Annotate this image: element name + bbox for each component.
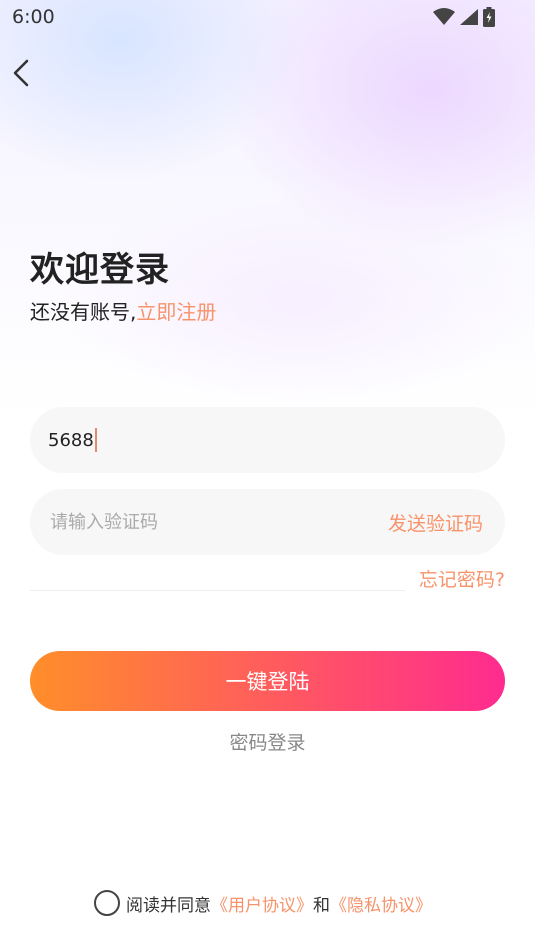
one-click-login-button[interactable]: 一键登陆 [30, 651, 505, 711]
text-caret [94, 428, 97, 452]
status-bar: 6:00 [0, 0, 535, 36]
battery-icon [483, 7, 495, 27]
back-button[interactable] [10, 58, 38, 88]
divider [30, 590, 405, 591]
register-line: 还没有账号,立即注册 [30, 296, 216, 325]
signal-icon [460, 9, 478, 25]
forgot-password-link[interactable]: 忘记密码? [419, 565, 505, 592]
status-time: 6:00 [12, 6, 55, 28]
phone-field[interactable]: 5688 [30, 407, 505, 473]
register-link[interactable]: 立即注册 [136, 300, 216, 324]
agreement-text: 阅读并同意 [126, 895, 211, 916]
code-input[interactable] [48, 510, 352, 534]
send-code-button[interactable]: 发送验证码 [388, 509, 483, 536]
agreement-and: 和 [313, 895, 330, 916]
page-title: 欢迎登录 [30, 250, 170, 290]
header-background [0, 0, 535, 420]
user-agreement-link[interactable]: 《用户协议》 [211, 891, 313, 916]
register-prompt: 还没有账号, [30, 300, 137, 324]
phone-value: 5688 [48, 429, 94, 451]
wifi-icon [433, 8, 455, 25]
agreement-row: 阅读并同意 《用户协议》 和 《隐私协议》 [94, 890, 432, 916]
privacy-policy-link[interactable]: 《隐私协议》 [330, 891, 432, 916]
code-field[interactable]: 发送验证码 [30, 489, 505, 555]
status-icons [433, 7, 495, 27]
radio-unchecked-icon[interactable] [94, 890, 120, 916]
back-arrow-icon [13, 59, 29, 87]
password-login-link[interactable]: 密码登录 [0, 728, 535, 755]
